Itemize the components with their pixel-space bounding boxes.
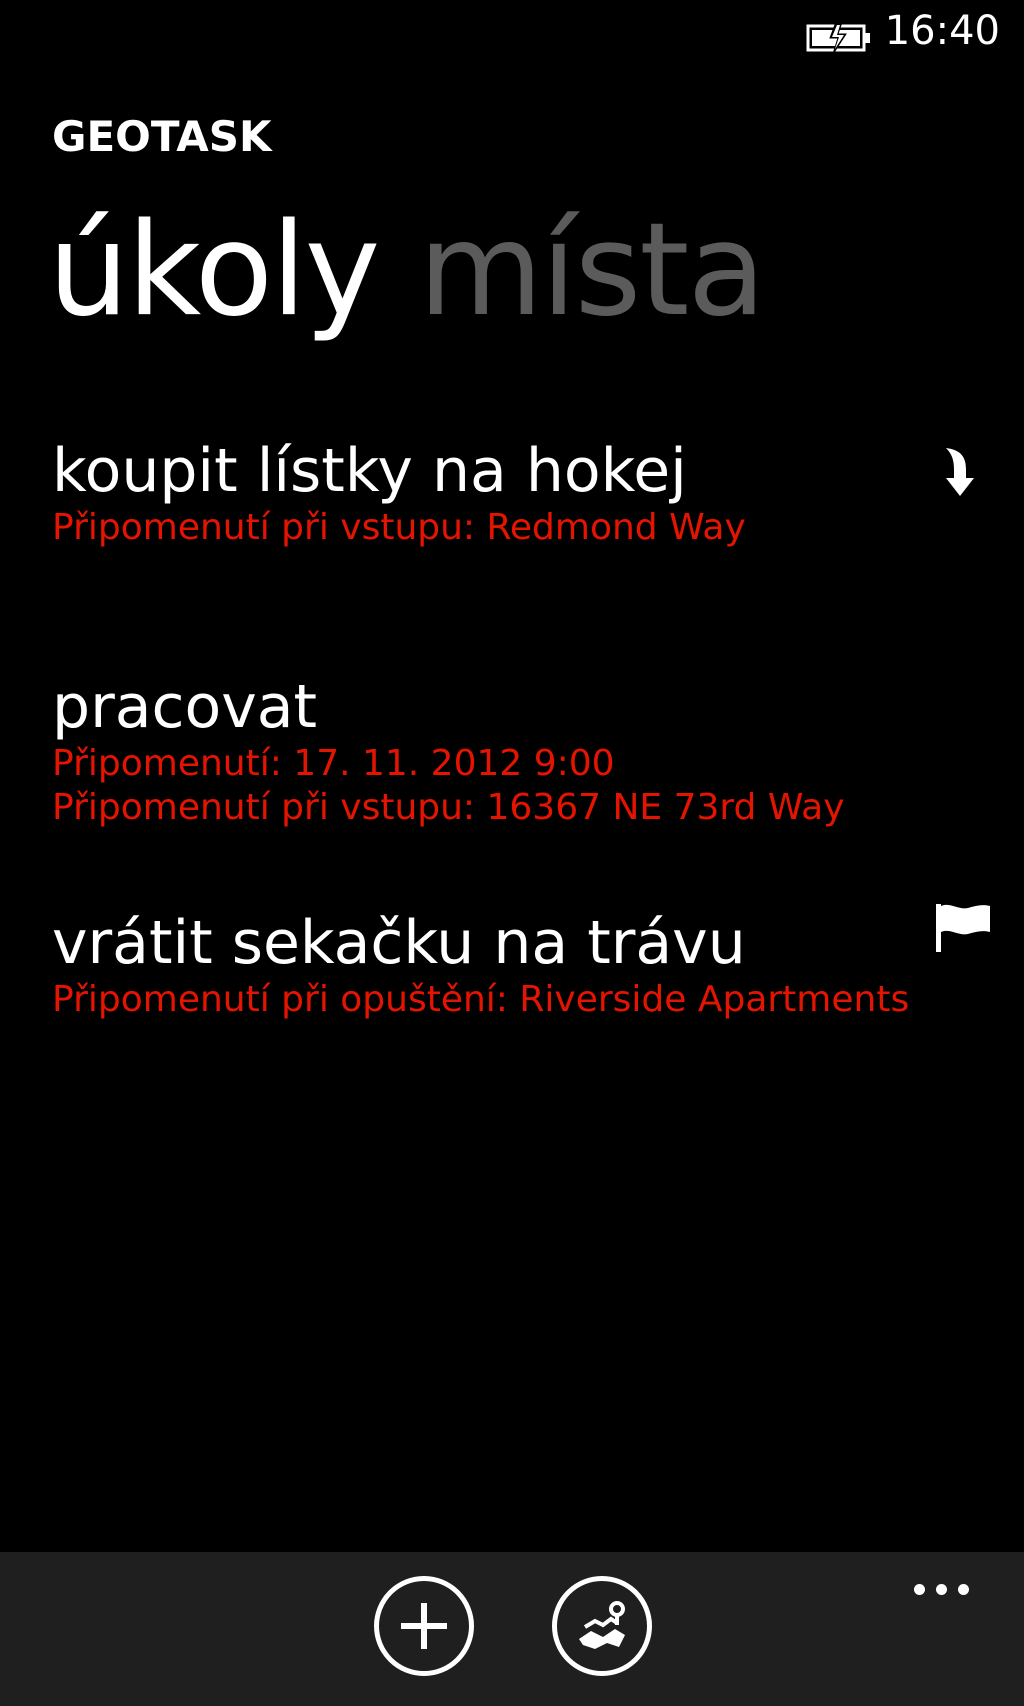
map-button[interactable]	[552, 1576, 652, 1676]
pivot-tab-mista[interactable]: místa	[418, 196, 766, 346]
task-title: vrátit sekačku na trávu	[52, 908, 746, 978]
task-title: pracovat	[52, 672, 318, 742]
task-reminder: Připomenutí při vstupu: 16367 NE 73rd Wa…	[52, 787, 845, 828]
task-reminder: Připomenutí při vstupu: Redmond Way	[52, 507, 746, 548]
map-icon	[579, 1601, 625, 1649]
battery-charging-icon	[806, 22, 870, 54]
more-button[interactable]	[914, 1572, 974, 1612]
pivot-tab-ukoly[interactable]: úkoly	[48, 196, 380, 346]
task-reminder: Připomenutí při opuštění: Riverside Apar…	[52, 979, 910, 1020]
task-item[interactable]: vrátit sekačku na trávu Připomenutí při …	[52, 904, 990, 1022]
app-title: GEOTASK	[52, 112, 272, 161]
task-reminder: Připomenutí: 17. 11. 2012 9:00	[52, 743, 615, 784]
enter-arrow-icon	[946, 448, 974, 496]
add-icon	[401, 1603, 447, 1649]
task-item[interactable]: koupit lístky na hokej Připomenutí při v…	[52, 436, 982, 550]
pivot-headers: úkoly místa	[48, 196, 804, 346]
task-title: koupit lístky na hokej	[52, 436, 687, 506]
app-bar	[0, 1552, 1024, 1706]
status-bar: 16:40	[0, 0, 1024, 68]
flag-icon	[936, 904, 990, 952]
status-time: 16:40	[884, 8, 1000, 54]
app-screen: 16:40 GEOTASK úkoly místa koupit lístky n…	[0, 0, 1024, 1706]
task-item[interactable]: pracovat Připomenutí: 17. 11. 2012 9:00 …	[52, 672, 982, 830]
add-button[interactable]	[374, 1576, 474, 1676]
